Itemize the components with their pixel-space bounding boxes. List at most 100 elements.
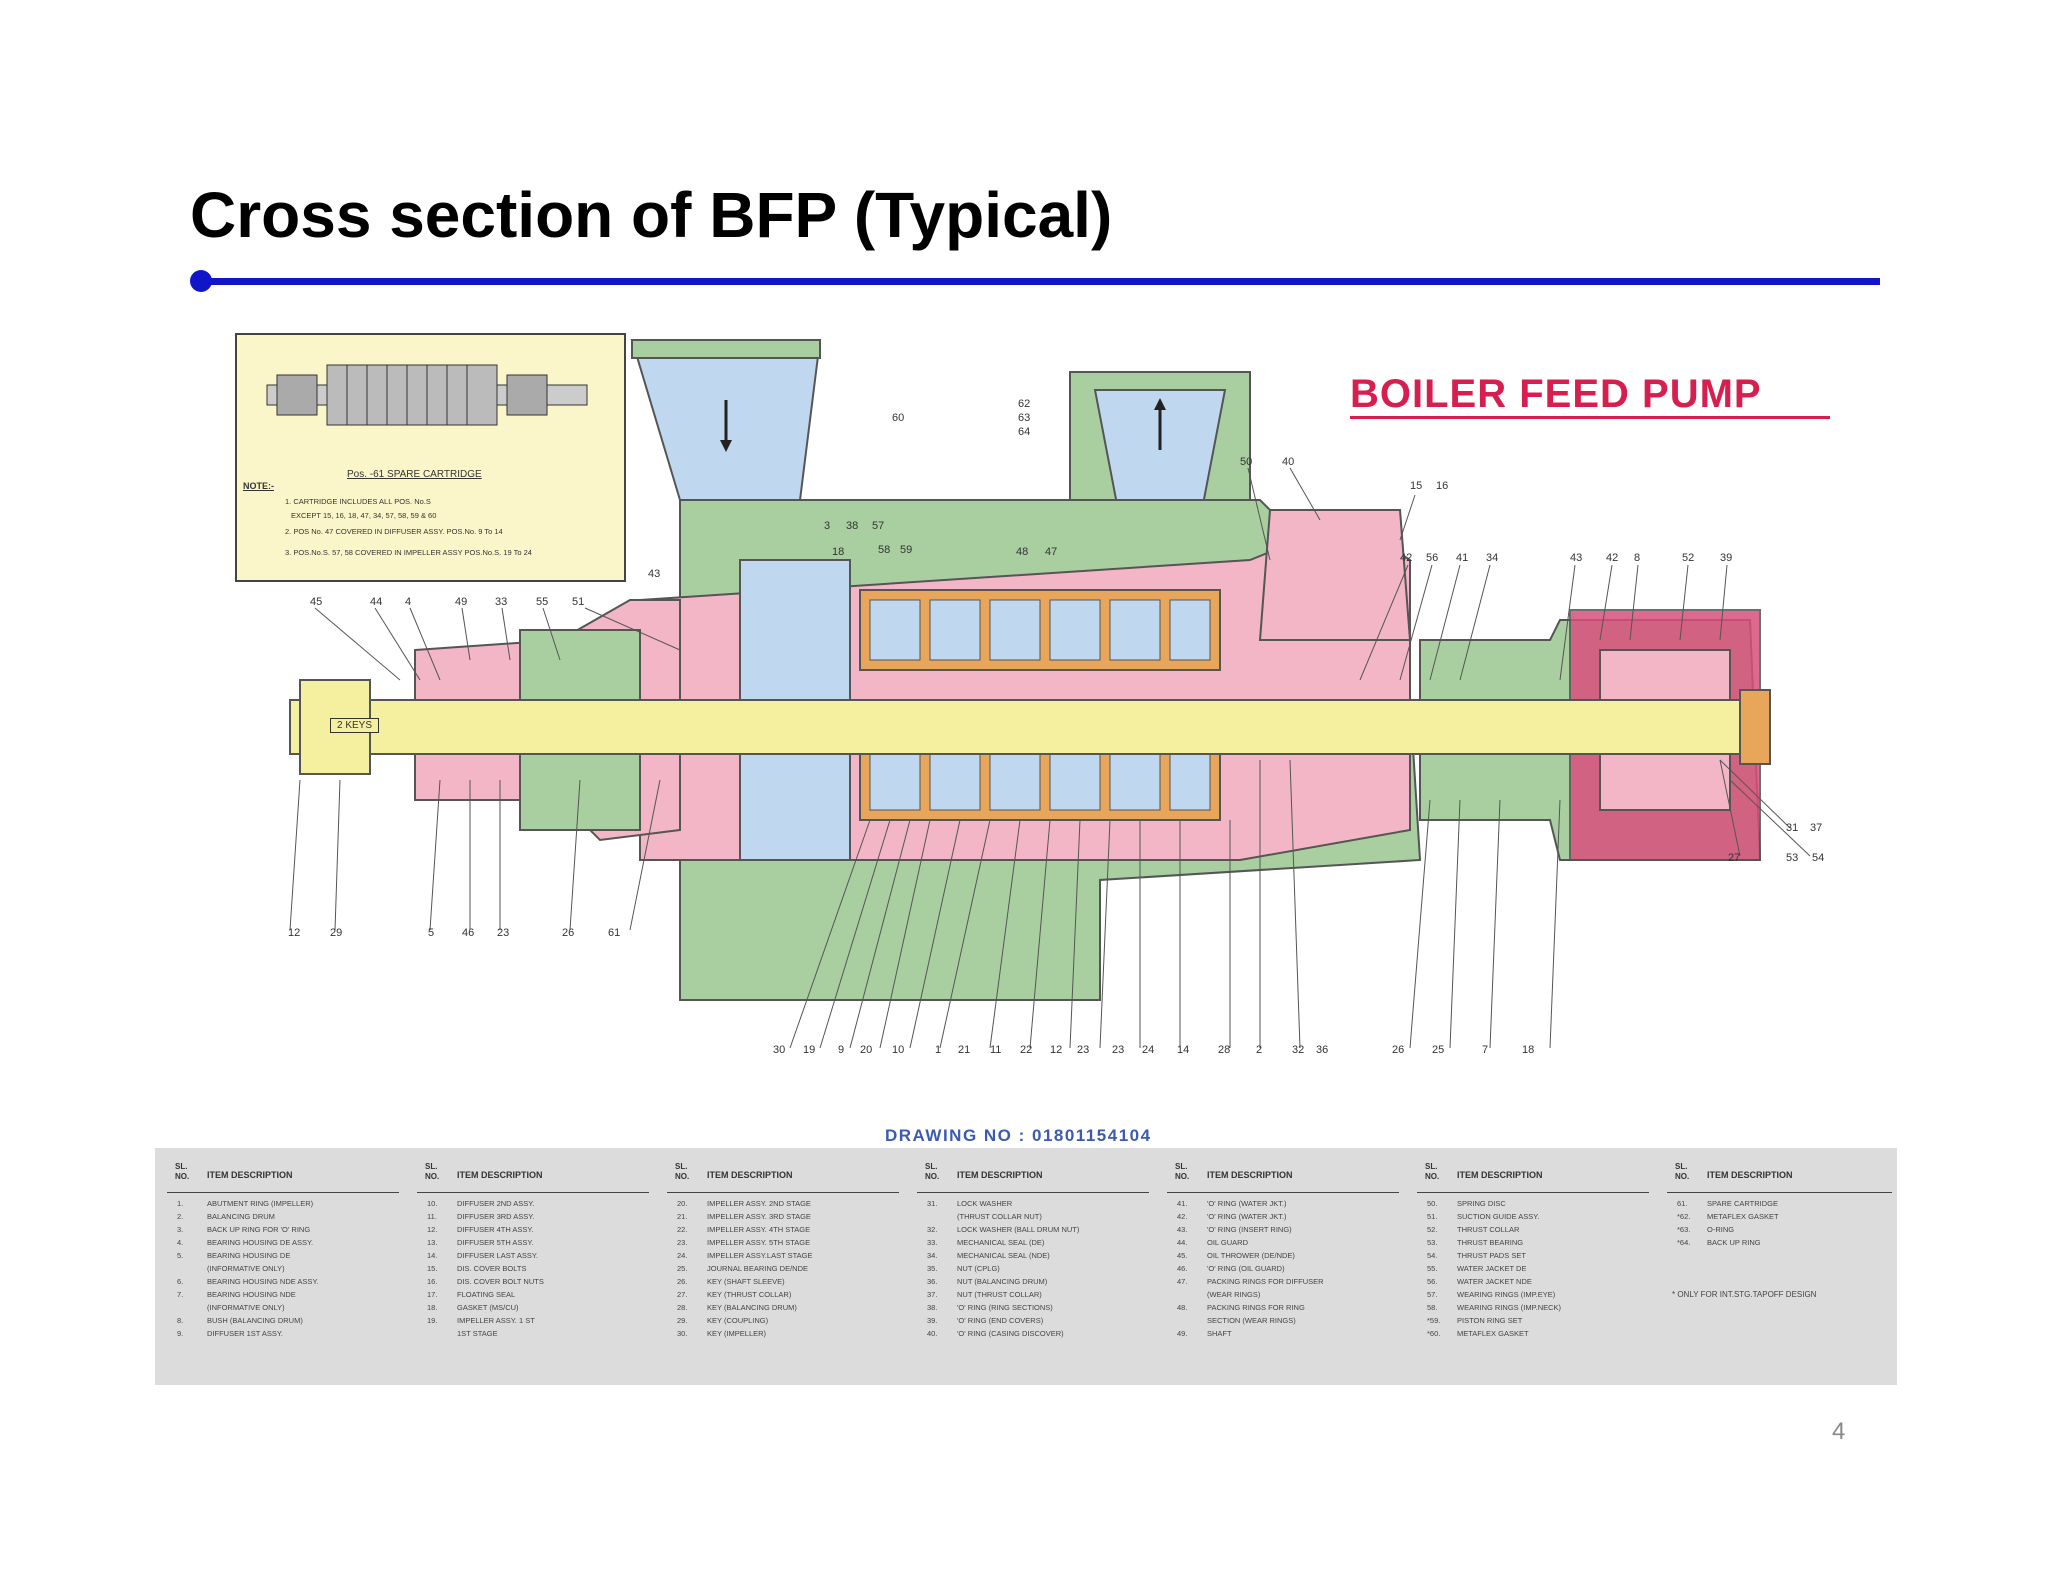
part-desc: KEY (IMPELLER) — [707, 1329, 767, 1338]
part-no: 22. — [677, 1225, 688, 1234]
part-desc: PISTON RING SET — [1457, 1316, 1523, 1325]
part-row: 51. SUCTION GUIDE ASSY. — [1417, 1212, 1649, 1225]
part-no: 12. — [427, 1225, 438, 1234]
callout: 23 — [497, 927, 510, 939]
part-row: 22. IMPELLER ASSY. 4TH STAGE — [667, 1225, 899, 1238]
inset-note-2: 2. POS No. 47 COVERED IN DIFFUSER ASSY. … — [285, 527, 503, 536]
part-row: 50. SPRING DISC — [1417, 1199, 1649, 1212]
part-no: 49. — [1177, 1329, 1188, 1338]
callout: 30 — [773, 1044, 786, 1056]
part-no: 16. — [427, 1277, 438, 1286]
callout: 34 — [1486, 552, 1499, 564]
callout: 43 — [648, 568, 661, 580]
part-row: 2. BALANCING DRUM — [167, 1212, 399, 1225]
part-desc: BALANCING DRUM — [207, 1212, 275, 1221]
part-row: 15. DIS. COVER BOLTS — [417, 1264, 649, 1277]
part-row: 1ST STAGE — [417, 1329, 649, 1342]
part-desc: THRUST BEARING — [1457, 1238, 1524, 1247]
part-row: (INFORMATIVE ONLY) — [167, 1303, 399, 1316]
item-description-header: ITEM DESCRIPTION — [1707, 1170, 1793, 1180]
part-no: 18. — [427, 1303, 438, 1312]
callout: 53 — [1786, 852, 1799, 864]
part-row: 38. 'O' RING (RING SECTIONS) — [917, 1303, 1149, 1316]
part-row: 45. OIL THROWER (DE/NDE) — [1167, 1251, 1399, 1264]
callout: 5 — [428, 927, 435, 939]
part-desc: IMPELLER ASSY.LAST STAGE — [707, 1251, 813, 1260]
callout: 51 — [572, 596, 585, 608]
callout: 25 — [1432, 1044, 1445, 1056]
callout: 44 — [370, 596, 383, 608]
part-no: *62. — [1677, 1212, 1691, 1221]
column-header: SL. NO. ITEM DESCRIPTION — [1167, 1156, 1399, 1193]
part-row: 48. PACKING RINGS FOR RING — [1167, 1303, 1399, 1316]
part-rows: 41. 'O' RING (WATER JKT.) 42. 'O' RING (WA… — [1167, 1199, 1399, 1342]
part-desc: WATER JACKET NDE — [1457, 1277, 1532, 1286]
part-no: 31. — [927, 1199, 938, 1208]
part-no: *59. — [1427, 1316, 1441, 1325]
parts-column-6: SL. NO. ITEM DESCRIPTION 50. SPRING DISC 5… — [1417, 1156, 1649, 1342]
callout: 58 — [878, 544, 891, 556]
part-desc: WEARING RINGS (IMP.EYE) — [1457, 1290, 1556, 1299]
callout: 7 — [1482, 1044, 1489, 1056]
inset-note-1b: EXCEPT 15, 16, 18, 47, 34, 57, 58, 59 & … — [291, 511, 437, 520]
callout: 38 — [846, 520, 859, 532]
part-row: 44. OIL GUARD — [1167, 1238, 1399, 1251]
part-no: 50. — [1427, 1199, 1438, 1208]
part-no: 34. — [927, 1251, 938, 1260]
part-desc: DIFFUSER 3RD ASSY. — [457, 1212, 535, 1221]
part-desc: BUSH (BALANCING DRUM) — [207, 1316, 303, 1325]
part-row: 18. GASKET (MS/CU) — [417, 1303, 649, 1316]
part-no: 26. — [677, 1277, 688, 1286]
part-row: 13. DIFFUSER 5TH ASSY. — [417, 1238, 649, 1251]
sl-no-header: SL. NO. — [1675, 1162, 1690, 1181]
coupling-key-label: 2 KEYS — [330, 718, 380, 733]
part-no: 48. — [1177, 1303, 1188, 1312]
part-desc: LOCK WASHER (BALL DRUM NUT) — [957, 1225, 1080, 1234]
part-row: 36. NUT (BALANCING DRUM) — [917, 1277, 1149, 1290]
part-row: 10. DIFFUSER 2ND ASSY. — [417, 1199, 649, 1212]
callout: 47 — [1045, 546, 1058, 558]
part-desc: 'O' RING (INSERT RING) — [1207, 1225, 1292, 1234]
part-row: 24. IMPELLER ASSY.LAST STAGE — [667, 1251, 899, 1264]
part-desc: DIFFUSER 4TH ASSY. — [457, 1225, 534, 1234]
part-row: (WEAR RINGS) — [1167, 1290, 1399, 1303]
column-header: SL. NO. ITEM DESCRIPTION — [1417, 1156, 1649, 1193]
part-desc: THRUST COLLAR — [1457, 1225, 1520, 1234]
callout: 18 — [1522, 1044, 1535, 1056]
part-no: 61. — [1677, 1199, 1688, 1208]
callout: 26 — [1392, 1044, 1405, 1056]
callout: 32 — [1292, 1044, 1305, 1056]
item-description-header: ITEM DESCRIPTION — [457, 1170, 543, 1180]
part-row: 37. NUT (THRUST COLLAR) — [917, 1290, 1149, 1303]
part-no: 29. — [677, 1316, 688, 1325]
parts-footnote: * ONLY FOR INT.STG.TAPOFF DESIGN — [1672, 1290, 1817, 1299]
part-row: 39. 'O' RING (END COVERS) — [917, 1316, 1149, 1329]
column-header: SL. NO. ITEM DESCRIPTION — [167, 1156, 399, 1193]
callout: 26 — [562, 927, 575, 939]
part-row: 42. 'O' RING (WATER JKT.) — [1167, 1212, 1399, 1225]
shaft — [289, 699, 1771, 755]
part-no: 32. — [927, 1225, 938, 1234]
item-description-header: ITEM DESCRIPTION — [1207, 1170, 1293, 1180]
boiler-feed-pump-heading: BOILER FEED PUMP — [1350, 372, 1762, 416]
part-row: *62. METAFLEX GASKET — [1667, 1212, 1892, 1225]
callout: 57 — [872, 520, 885, 532]
part-desc: KEY (COUPLING) — [707, 1316, 769, 1325]
part-desc: KEY (THRUST COLLAR) — [707, 1290, 792, 1299]
part-no: 30. — [677, 1329, 688, 1338]
part-no: 1. — [177, 1199, 184, 1208]
inset-caption: Pos. -61 SPARE CARTRIDGE — [347, 469, 482, 480]
part-no: 23. — [677, 1238, 688, 1247]
part-desc: BEARING HOUSING DE — [207, 1251, 291, 1260]
item-description-header: ITEM DESCRIPTION — [957, 1170, 1043, 1180]
callout: 16 — [1436, 480, 1449, 492]
part-no: 21. — [677, 1212, 688, 1221]
part-desc: 'O' RING (WATER JKT.) — [1207, 1199, 1287, 1208]
callout: 18 — [832, 546, 845, 558]
part-desc: DIFFUSER 1ST ASSY. — [207, 1329, 283, 1338]
sl-no-header: SL. NO. — [425, 1162, 440, 1181]
part-row: 21. IMPELLER ASSY. 3RD STAGE — [667, 1212, 899, 1225]
callout: 43 — [1570, 552, 1583, 564]
spare-cartridge-inset: Pos. -61 SPARE CARTRIDGE NOTE:- 1. CARTR… — [235, 333, 626, 582]
callout: 31 — [1786, 822, 1799, 834]
